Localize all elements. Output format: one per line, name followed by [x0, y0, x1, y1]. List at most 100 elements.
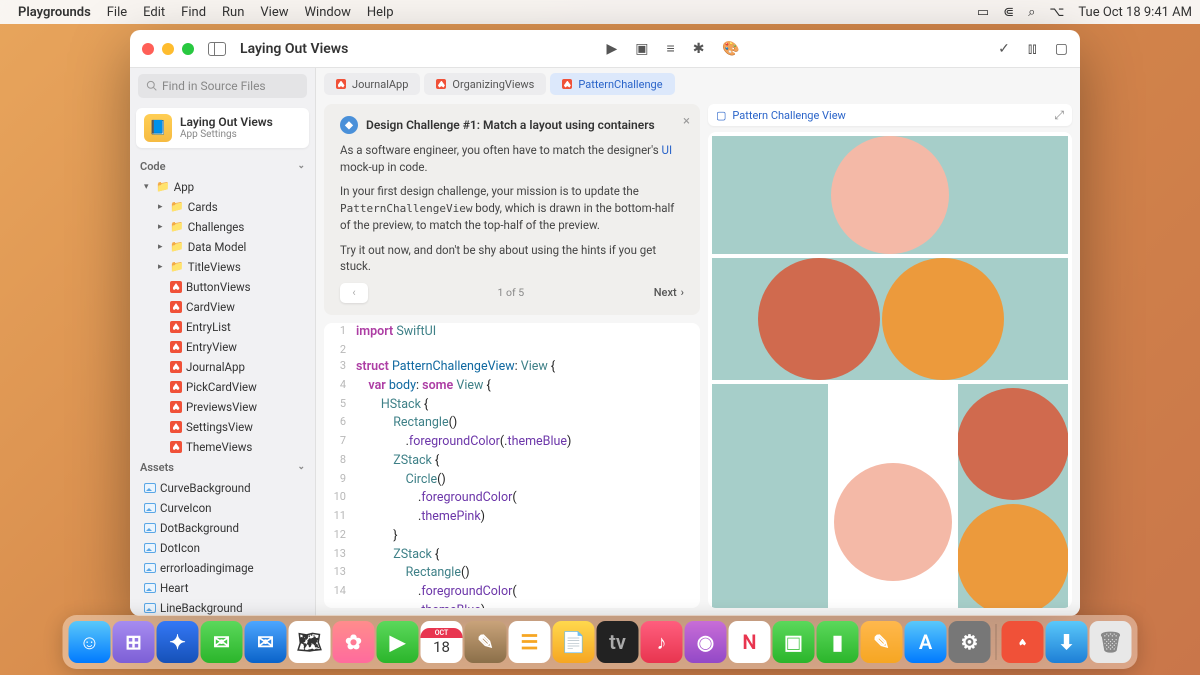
- tree-swift-file[interactable]: JournalApp: [134, 357, 311, 377]
- tree-asset[interactable]: errorloadingimage: [134, 558, 311, 578]
- preview-circle: [834, 463, 952, 581]
- dock-app[interactable]: ▶: [377, 621, 419, 663]
- ui-link[interactable]: UI: [662, 143, 673, 157]
- menubar-clock[interactable]: Tue Oct 18 9:41 AM: [1078, 5, 1192, 20]
- metrics-icon[interactable]: ⫾⫾: [1028, 41, 1037, 57]
- checkmark-icon[interactable]: ✓: [998, 41, 1010, 57]
- main-area: JournalApp OrganizingViews PatternChalle…: [316, 68, 1080, 616]
- sidebar-toggle-icon[interactable]: [208, 42, 226, 56]
- page-indicator: 1 of 5: [498, 286, 525, 299]
- image-icon: [144, 483, 156, 493]
- dock-app[interactable]: OCT18: [421, 621, 463, 663]
- tree-folder[interactable]: ▸📁TitleViews: [134, 257, 311, 277]
- expand-icon[interactable]: ⤢: [1054, 108, 1064, 123]
- dock-app[interactable]: ◉: [685, 621, 727, 663]
- dock-app[interactable]: ⬇: [1046, 621, 1088, 663]
- dock-app[interactable]: ✎: [861, 621, 903, 663]
- dock-app[interactable]: ✿: [333, 621, 375, 663]
- dock-app[interactable]: ⊞: [113, 621, 155, 663]
- preview-canvas: [708, 132, 1072, 608]
- tree-asset[interactable]: DotBackground: [134, 518, 311, 538]
- dock-app[interactable]: ♪: [641, 621, 683, 663]
- tree-asset[interactable]: LineBackground: [134, 598, 311, 616]
- search-input[interactable]: Find in Source Files: [138, 74, 307, 98]
- assets-section-header[interactable]: Assets⌄: [130, 453, 315, 478]
- tree-folder[interactable]: ▸📁Cards: [134, 197, 311, 217]
- maximize-button[interactable]: [182, 43, 194, 55]
- battery-icon[interactable]: ▭: [977, 5, 989, 20]
- palette-icon[interactable]: 🎨: [722, 41, 739, 57]
- tab-journalapp[interactable]: JournalApp: [324, 73, 420, 95]
- swift-icon: [336, 79, 346, 89]
- tree-swift-file[interactable]: ButtonViews: [134, 277, 311, 297]
- control-center-icon[interactable]: ⌥: [1049, 5, 1064, 20]
- close-icon[interactable]: ×: [683, 114, 690, 129]
- tree-swift-file[interactable]: EntryView: [134, 337, 311, 357]
- dock-app[interactable]: ▣: [773, 621, 815, 663]
- dock-app[interactable]: 🗺: [289, 621, 331, 663]
- dock-app[interactable]: A: [905, 621, 947, 663]
- dock-app[interactable]: ▮: [817, 621, 859, 663]
- tree-asset[interactable]: DotIcon: [134, 538, 311, 558]
- library-icon[interactable]: ▢: [1055, 41, 1068, 57]
- code-editor[interactable]: 1import SwiftUI23struct PatternChallenge…: [324, 323, 700, 608]
- tree-folder[interactable]: ▸📁Challenges: [134, 217, 311, 237]
- menu-edit[interactable]: Edit: [143, 5, 165, 20]
- dock-app[interactable]: ✉: [201, 621, 243, 663]
- tree-asset[interactable]: CurveIcon: [134, 498, 311, 518]
- preview-title: Pattern Challenge View: [732, 109, 845, 122]
- menu-view[interactable]: View: [260, 5, 288, 20]
- dock-app[interactable]: [1002, 621, 1044, 663]
- challenge-card: × ◆ Design Challenge #1: Match a layout …: [324, 104, 700, 315]
- settings-lines-icon[interactable]: ≡: [667, 40, 675, 57]
- stop-icon[interactable]: ▣: [635, 41, 648, 57]
- tree-folder[interactable]: ▸📁Data Model: [134, 237, 311, 257]
- menu-help[interactable]: Help: [367, 5, 394, 20]
- tree-folder-app[interactable]: ▾📁App: [134, 177, 311, 197]
- dock-app[interactable]: ☺: [69, 621, 111, 663]
- close-button[interactable]: [142, 43, 154, 55]
- menu-find[interactable]: Find: [181, 5, 206, 20]
- window-title: Laying Out Views: [240, 41, 348, 57]
- minimize-button[interactable]: [162, 43, 174, 55]
- next-button[interactable]: Next ›: [654, 286, 684, 299]
- dock-app[interactable]: tv: [597, 621, 639, 663]
- macos-menubar: Playgrounds File Edit Find Run View Wind…: [0, 0, 1200, 24]
- tab-organizingviews[interactable]: OrganizingViews: [424, 73, 546, 95]
- code-section-header[interactable]: Code⌄: [130, 152, 315, 177]
- preview-shape: [712, 136, 1068, 254]
- run-icon[interactable]: ▶: [607, 41, 618, 57]
- dock-app[interactable]: ☰: [509, 621, 551, 663]
- preview-shape: [832, 384, 954, 608]
- prev-button[interactable]: ‹: [340, 283, 368, 303]
- menu-file[interactable]: File: [107, 5, 127, 20]
- project-title: Laying Out Views: [180, 115, 273, 129]
- tree-swift-file[interactable]: SettingsView: [134, 417, 311, 437]
- wifi-icon[interactable]: ⋐: [1003, 5, 1014, 20]
- tree-swift-file[interactable]: ThemeViews: [134, 437, 311, 453]
- tree-swift-file[interactable]: PickCardView: [134, 377, 311, 397]
- search-placeholder: Find in Source Files: [162, 79, 266, 93]
- tree-swift-file[interactable]: EntryList: [134, 317, 311, 337]
- app-menu[interactable]: Playgrounds: [18, 5, 91, 20]
- tree-swift-file[interactable]: CardView: [134, 297, 311, 317]
- tree-swift-file[interactable]: PreviewsView: [134, 397, 311, 417]
- project-selector[interactable]: 📘 Laying Out Views App Settings: [136, 108, 309, 148]
- dock-app[interactable]: ✎: [465, 621, 507, 663]
- spotlight-icon[interactable]: ⌕: [1028, 5, 1035, 20]
- tree-asset[interactable]: CurveBackground: [134, 478, 311, 498]
- dock-app[interactable]: N: [729, 621, 771, 663]
- swift-icon: [170, 301, 182, 313]
- dock-app[interactable]: 📄: [553, 621, 595, 663]
- tab-patternchallenge[interactable]: PatternChallenge: [550, 73, 674, 95]
- star-icon[interactable]: ✱: [693, 41, 705, 57]
- dock-app[interactable]: ✉: [245, 621, 287, 663]
- swift-icon: [436, 79, 446, 89]
- dock-app[interactable]: ✦: [157, 621, 199, 663]
- menu-window[interactable]: Window: [305, 5, 351, 20]
- dock-app[interactable]: 🗑: [1090, 621, 1132, 663]
- tree-asset[interactable]: Heart: [134, 578, 311, 598]
- menu-run[interactable]: Run: [222, 5, 244, 20]
- dock-app[interactable]: ⚙: [949, 621, 991, 663]
- chevron-down-icon: ⌄: [297, 161, 305, 171]
